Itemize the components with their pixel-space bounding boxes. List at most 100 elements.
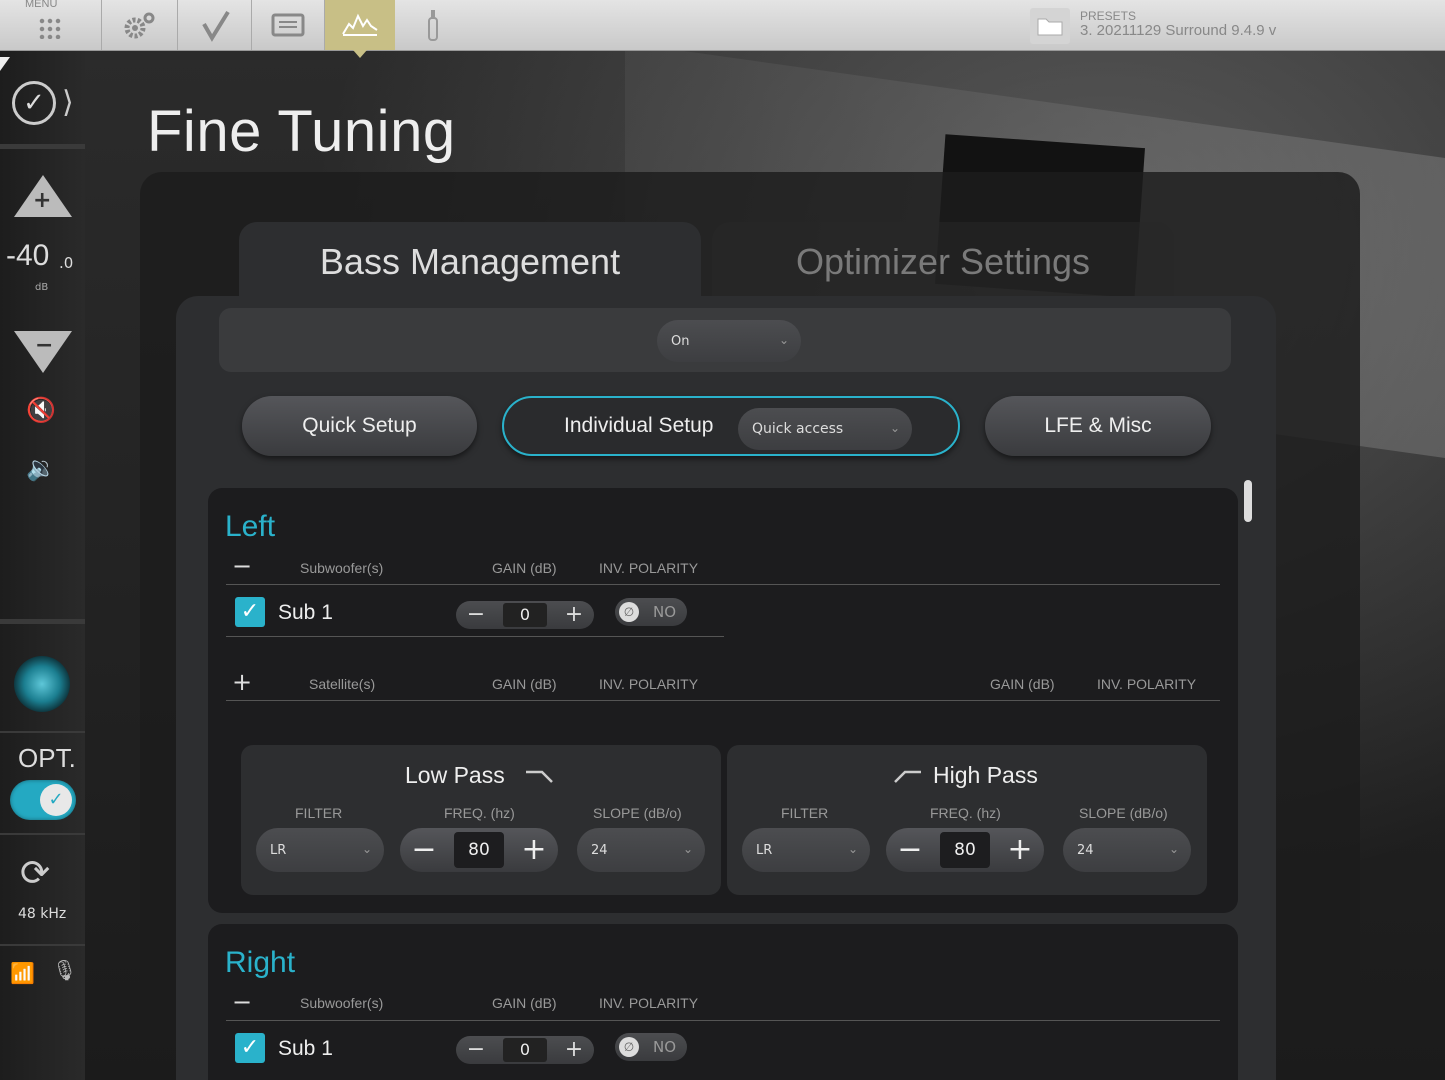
microphone-button[interactable] <box>395 0 471 50</box>
sample-rate: 48 kHz <box>18 906 67 922</box>
sub-checkbox[interactable]: ✓ <box>235 597 265 627</box>
expand-chevron-icon[interactable]: ⟩ <box>62 85 74 120</box>
gain-header: GAIN (dB) <box>492 995 557 1011</box>
high-pass-freq-value[interactable]: 80 <box>940 832 990 868</box>
decrement-button[interactable]: − <box>458 1036 494 1064</box>
chevron-down-icon: ⌄ <box>361 842 372 856</box>
tab-optimizer-settings[interactable]: Optimizer Settings <box>712 222 1174 302</box>
presets-folder-button[interactable] <box>1030 8 1070 44</box>
microphone-icon <box>428 10 438 41</box>
satellite-polarity-header: INV. POLARITY <box>599 676 699 692</box>
low-pass-filter-header: FILTER <box>295 805 343 821</box>
optimizer-toggle[interactable]: ✓ <box>10 780 76 820</box>
fine-tuning-button[interactable] <box>325 0 395 58</box>
decrement-button[interactable]: − <box>888 828 932 872</box>
row-divider <box>226 636 724 637</box>
folder-icon <box>1037 18 1063 36</box>
presets-value[interactable]: 3. 20211129 Surround 9.4.9 v <box>1080 22 1276 39</box>
scrollbar-thumb[interactable] <box>1244 480 1252 522</box>
sub-checkbox[interactable]: ✓ <box>235 1033 265 1063</box>
low-pass-filter-value: LR <box>270 842 287 858</box>
low-pass-slope-value: 24 <box>591 842 608 858</box>
microphone-status-icon: 🎙 <box>52 958 78 982</box>
increment-button[interactable]: + <box>556 1036 592 1064</box>
high-pass-freq-header: FREQ. (hz) <box>930 805 1001 821</box>
volume-unit: dB <box>35 282 49 293</box>
increment-button[interactable]: + <box>512 828 556 872</box>
check-icon: ✓ <box>40 784 72 816</box>
subwoofers-header: Subwoofer(s) <box>300 560 384 576</box>
low-pass-slope-header: SLOPE (dB/o) <box>593 805 682 821</box>
fine-tuning-icon <box>342 13 378 36</box>
chevron-down-icon: ⌄ <box>778 333 789 347</box>
high-pass-filter-select[interactable]: LR ⌄ <box>742 828 870 872</box>
sidebar-divider <box>0 944 85 946</box>
sub-gain-stepper: − 0 + <box>456 1036 594 1064</box>
phase-icon: ∅ <box>619 602 639 622</box>
decrement-button[interactable]: − <box>458 601 494 629</box>
high-pass-filter-value: LR <box>756 842 773 858</box>
mute-icon[interactable]: 🔇 <box>26 396 56 424</box>
volume-decimal: .0 <box>59 254 74 272</box>
sub-label: Sub 1 <box>278 1037 333 1060</box>
collapse-subwoofers-icon[interactable]: − <box>232 988 252 1016</box>
check-icon <box>201 10 230 42</box>
sidebar-divider <box>0 731 85 733</box>
low-pass-title: Low Pass <box>405 762 505 788</box>
display-icon <box>271 13 305 37</box>
left-sidebar: ✓ ⟩ + -40 .0 dB − 🔇 🔉 OPT. ✓ ⟳ 48 kHz 📶 … <box>0 51 85 1080</box>
satellite-gain-header-2: GAIN (dB) <box>990 676 1055 692</box>
gain-header: GAIN (dB) <box>492 560 557 576</box>
menu-label: MENU <box>25 0 58 10</box>
high-pass-slope-value: 24 <box>1077 842 1094 858</box>
tab-bass-management[interactable]: Bass Management <box>239 222 701 302</box>
phase-icon: ∅ <box>619 1037 639 1057</box>
high-pass-freq-stepper: − 80 + <box>886 828 1044 872</box>
collapse-subwoofers-icon[interactable]: − <box>232 552 252 580</box>
chevron-down-icon: ⌄ <box>847 842 858 856</box>
chevron-down-icon: ⌄ <box>889 421 900 435</box>
expand-satellites-icon[interactable]: + <box>232 668 252 696</box>
polarity-value: NO <box>653 1038 677 1056</box>
decrement-button[interactable]: − <box>402 828 446 872</box>
high-pass-title: High Pass <box>933 762 1038 788</box>
menu-button[interactable]: MENU <box>0 0 102 50</box>
satellite-gain-header: GAIN (dB) <box>492 676 557 692</box>
optimizer-label: OPT. <box>18 743 76 773</box>
display-button[interactable] <box>252 0 325 50</box>
satellite-polarity-header-2: INV. POLARITY <box>1097 676 1197 692</box>
chevron-down-icon: ⌄ <box>682 842 693 856</box>
settings-button[interactable] <box>102 0 178 50</box>
presets-title: PRESETS <box>1080 9 1137 23</box>
increment-button[interactable]: + <box>556 601 592 629</box>
volume-value: -40 <box>6 239 50 272</box>
verify-button[interactable] <box>178 0 252 50</box>
lfe-misc-button[interactable]: LFE & Misc <box>985 396 1211 456</box>
sub-gain-value[interactable]: 0 <box>503 1038 547 1062</box>
low-pass-filter-select[interactable]: LR ⌄ <box>256 828 384 872</box>
low-pass-slope-select[interactable]: 24 ⌄ <box>577 828 705 872</box>
high-pass-slope-select[interactable]: 24 ⌄ <box>1063 828 1191 872</box>
polarity-toggle[interactable]: ∅ NO <box>615 598 687 626</box>
sub-gain-value[interactable]: 0 <box>503 603 547 627</box>
sidebar-divider <box>0 833 85 835</box>
increment-button[interactable]: + <box>998 828 1042 872</box>
polarity-toggle[interactable]: ∅ NO <box>615 1033 687 1061</box>
sub-gain-stepper: − 0 + <box>456 601 594 629</box>
channel-title: Right <box>225 946 296 979</box>
high-pass-slope-header: SLOPE (dB/o) <box>1079 805 1168 821</box>
quick-access-select[interactable]: Quick access ⌄ <box>738 408 912 450</box>
volume-dim-icon[interactable]: 🔉 <box>26 454 56 482</box>
low-pass-freq-value[interactable]: 80 <box>454 832 504 868</box>
satellites-header: Satellite(s) <box>309 676 376 692</box>
header-divider <box>226 700 1220 701</box>
quick-setup-button[interactable]: Quick Setup <box>242 396 477 456</box>
sub-label: Sub 1 <box>278 601 333 624</box>
low-pass-freq-stepper: − 80 + <box>400 828 558 872</box>
input-source-icon[interactable] <box>14 656 70 712</box>
gear-icon <box>124 12 154 39</box>
individual-setup-label: Individual Setup <box>564 414 714 437</box>
bass-management-state-select[interactable]: On ⌄ <box>657 320 801 362</box>
brand-logo-icon: ✓ <box>12 81 56 125</box>
page-title: Fine Tuning <box>147 99 456 164</box>
